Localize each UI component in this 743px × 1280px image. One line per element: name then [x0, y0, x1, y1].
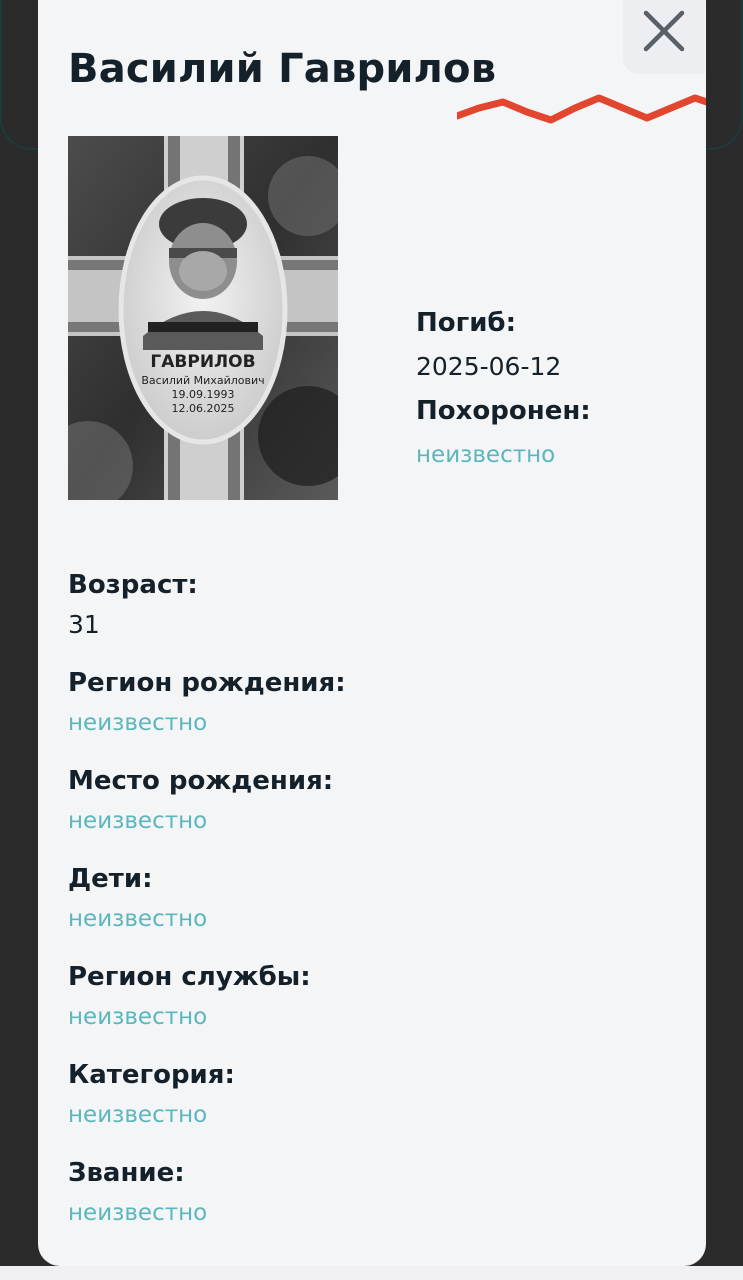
death-burial-info: Погиб: 2025-06-12 Похоронен: неизвестно	[416, 306, 676, 472]
plaque-birth-date: 19.09.1993	[172, 388, 235, 401]
died-date: 2025-06-12	[416, 352, 562, 381]
field-value-link[interactable]: неизвестно	[68, 706, 668, 740]
field-birth-region: Регион рождения: неизвестно	[68, 666, 668, 740]
field-rank: Звание: неизвестно	[68, 1156, 668, 1230]
details-list: Возраст: 31 Регион рождения: неизвестно …	[68, 568, 668, 1234]
memorial-photo: ГАВРИЛОВ Василий Михайлович 19.09.1993 1…	[68, 136, 338, 500]
field-label: Дети:	[68, 864, 153, 894]
field-value: 31	[68, 610, 100, 639]
field-value-link[interactable]: неизвестно	[68, 1196, 668, 1230]
field-label: Категория:	[68, 1060, 235, 1090]
field-value-link[interactable]: неизвестно	[68, 902, 668, 936]
close-icon[interactable]	[641, 8, 687, 54]
field-category: Категория: неизвестно	[68, 1058, 668, 1132]
field-label: Возраст:	[68, 570, 198, 600]
plaque-patronymic: Василий Михайлович	[141, 374, 264, 387]
field-age: Возраст: 31	[68, 568, 668, 642]
close-button[interactable]	[623, 0, 705, 74]
field-label: Место рождения:	[68, 766, 334, 796]
field-value-link[interactable]: неизвестно	[68, 804, 668, 838]
buried-label: Похоронен:	[416, 396, 591, 426]
bottom-bar	[0, 1266, 743, 1280]
field-service-region: Регион службы: неизвестно	[68, 960, 668, 1034]
died-label: Погиб:	[416, 308, 516, 338]
field-birth-place: Место рождения: неизвестно	[68, 764, 668, 838]
field-value-link[interactable]: неизвестно	[68, 1000, 668, 1034]
person-name-title: Василий Гаврилов	[68, 46, 497, 92]
plaque-death-date: 12.06.2025	[172, 402, 235, 415]
person-modal: Василий Гаврилов ГАВРИЛОВ Василий Михайл…	[38, 0, 706, 1266]
buried-value-link[interactable]: неизвестно	[416, 438, 676, 472]
plaque-name: ГАВРИЛОВ	[150, 352, 255, 372]
field-label: Регион рождения:	[68, 668, 346, 698]
field-value-link[interactable]: неизвестно	[68, 1098, 668, 1132]
field-label: Регион службы:	[68, 962, 311, 992]
field-label: Звание:	[68, 1158, 185, 1188]
field-children: Дети: неизвестно	[68, 862, 668, 936]
zigzag-decoration	[457, 94, 706, 124]
